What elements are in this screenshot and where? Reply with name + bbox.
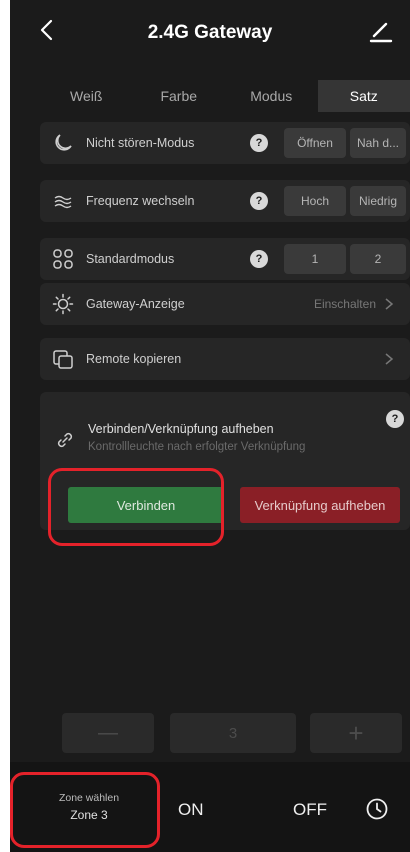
sun-icon bbox=[52, 293, 74, 315]
zone-selector[interactable]: Zone wählen Zone 3 bbox=[14, 774, 164, 838]
chevron-right-icon bbox=[385, 298, 394, 310]
dnd-open-option[interactable]: Öffnen bbox=[284, 128, 346, 158]
unlink-button[interactable]: Verknüpfung aufheben bbox=[240, 487, 400, 523]
tab-weiss[interactable]: Weiß bbox=[40, 80, 133, 112]
default-mode-row: Standardmodus ? 1 2 bbox=[40, 238, 410, 280]
remote-copy-label: Remote kopieren bbox=[86, 352, 182, 366]
connect-title: Verbinden/Verknüpfung aufheben bbox=[88, 422, 274, 436]
help-icon[interactable]: ? bbox=[386, 410, 404, 428]
default-mode-1-option[interactable]: 1 bbox=[284, 244, 346, 274]
help-icon[interactable]: ? bbox=[250, 134, 268, 152]
gateway-indicator-value: Einschalten bbox=[313, 297, 376, 311]
connect-button[interactable]: Verbinden bbox=[68, 487, 224, 523]
remote-copy-row[interactable]: Remote kopieren bbox=[40, 338, 410, 380]
clock-icon[interactable] bbox=[365, 797, 389, 821]
link-icon bbox=[57, 432, 73, 448]
grid-icon bbox=[53, 249, 73, 269]
bottom-bar: Zone wählen Zone 3 ON OFF bbox=[10, 762, 410, 852]
edit-pen-icon[interactable] bbox=[368, 18, 394, 44]
zone-caption: Zone wählen bbox=[58, 792, 120, 804]
help-icon[interactable]: ? bbox=[250, 192, 268, 210]
off-button[interactable]: OFF bbox=[293, 800, 327, 820]
app-screen: 2.4G Gateway Weiß Farbe Modus Satz Nicht… bbox=[10, 0, 410, 852]
default-mode-2-option[interactable]: 2 bbox=[350, 244, 406, 274]
frequency-row: Frequenz wechseln ? Hoch Niedrig bbox=[40, 180, 410, 222]
header: 2.4G Gateway bbox=[10, 0, 410, 74]
stepper-value: 3 bbox=[170, 713, 296, 753]
help-icon[interactable]: ? bbox=[250, 250, 268, 268]
mode-tabs: Weiß Farbe Modus Satz bbox=[40, 80, 410, 112]
zone-value: Zone 3 bbox=[70, 808, 108, 822]
tab-satz[interactable]: Satz bbox=[317, 80, 410, 112]
moon-icon bbox=[55, 134, 72, 151]
frequency-label: Frequenz wechseln bbox=[86, 194, 195, 208]
frequency-high-option[interactable]: Hoch bbox=[284, 186, 346, 216]
dnd-label: Nicht stören-Modus bbox=[86, 136, 195, 150]
connect-subtitle: Kontrollleuchte nach erfolgter Verknüpfu… bbox=[88, 441, 306, 453]
dnd-row: Nicht stören-Modus ? Öffnen Nah d... bbox=[40, 122, 410, 164]
dnd-close-option[interactable]: Nah d... bbox=[350, 128, 406, 158]
increment-button[interactable]: + bbox=[310, 713, 402, 753]
chevron-right-icon bbox=[385, 353, 394, 365]
gateway-indicator-row[interactable]: Gateway-Anzeige Einschalten bbox=[40, 283, 410, 325]
wave-icon bbox=[54, 195, 72, 209]
tab-modus[interactable]: Modus bbox=[225, 80, 318, 112]
default-mode-label: Standardmodus bbox=[86, 252, 175, 266]
frequency-low-option[interactable]: Niedrig bbox=[350, 186, 406, 216]
on-button[interactable]: ON bbox=[178, 800, 204, 820]
remote-copy-icon bbox=[53, 350, 73, 369]
zone-stepper: — 3 + bbox=[62, 713, 402, 753]
decrement-button[interactable]: — bbox=[62, 713, 154, 753]
tab-farbe[interactable]: Farbe bbox=[133, 80, 226, 112]
page-title: 2.4G Gateway bbox=[147, 22, 273, 43]
gateway-indicator-label: Gateway-Anzeige bbox=[86, 297, 185, 311]
